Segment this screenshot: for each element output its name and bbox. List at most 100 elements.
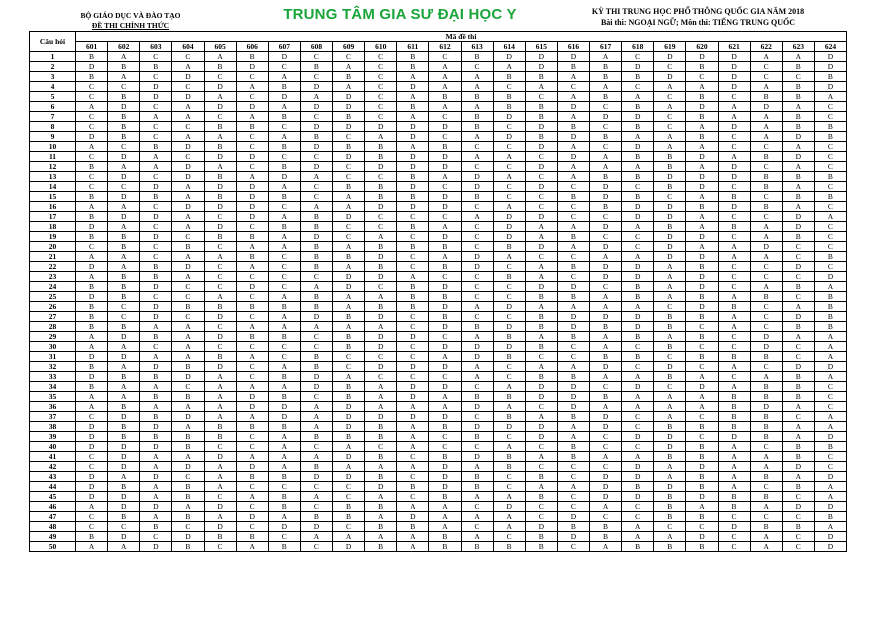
answer-cell: C bbox=[813, 201, 848, 212]
table-row: 45 D D A B C A B A C A C B A A B C D D B D B B C A bbox=[29, 491, 848, 502]
answer-cell: A bbox=[171, 131, 205, 142]
answer-cell: C bbox=[267, 341, 301, 352]
answer-cell: A bbox=[396, 111, 430, 122]
answer-cell: C bbox=[460, 501, 494, 512]
answer-cell: B bbox=[74, 51, 109, 62]
answer-cell: C bbox=[492, 261, 526, 272]
answer-cell: A bbox=[299, 401, 334, 412]
answer-cell: B bbox=[139, 191, 173, 202]
answer-cell: B bbox=[267, 301, 301, 312]
answer-cell: B bbox=[107, 321, 141, 332]
answer-cell: A bbox=[781, 471, 815, 482]
answer-cell: A bbox=[621, 301, 655, 312]
answer-cell: B bbox=[556, 441, 591, 452]
answer-cell: A bbox=[524, 261, 558, 272]
answer-cell: C bbox=[460, 231, 494, 242]
answer-cell: D bbox=[171, 161, 205, 172]
answer-cell: C bbox=[267, 481, 301, 492]
answer-cell: D bbox=[524, 121, 558, 132]
table-row: 36 A B A A A D D A D A A A D A C D A A A A B D A C bbox=[29, 401, 848, 412]
answer-cell: A bbox=[396, 541, 430, 552]
answer-cell: B bbox=[653, 541, 687, 552]
answer-cell: B bbox=[717, 221, 751, 232]
answer-cell: A bbox=[492, 171, 526, 182]
answer-cell: A bbox=[524, 481, 558, 492]
answer-cell: C bbox=[717, 511, 751, 522]
answer-cell: C bbox=[235, 221, 269, 232]
answer-cell: C bbox=[460, 411, 494, 422]
answer-cell: A bbox=[588, 81, 623, 92]
answer-cell: D bbox=[203, 311, 237, 322]
answer-cell: A bbox=[653, 141, 687, 152]
answer-cell: A bbox=[139, 461, 173, 472]
answer-cell: A bbox=[749, 461, 783, 472]
answer-cell: D bbox=[331, 211, 366, 222]
answer-cell: D bbox=[460, 251, 494, 262]
question-number: 37 bbox=[29, 411, 76, 422]
answer-cell: D bbox=[267, 411, 301, 422]
answer-cell: B bbox=[781, 371, 815, 382]
table-row: 18 D A C A D C B B C C B A C D A A D A B A B A D C bbox=[29, 221, 848, 232]
answer-cell: C bbox=[717, 271, 751, 282]
answer-cell: A bbox=[396, 461, 430, 472]
answer-cell: A bbox=[267, 181, 301, 192]
answer-cell: D bbox=[235, 201, 269, 212]
answer-cell: B bbox=[685, 451, 719, 462]
answer-cell: D bbox=[364, 251, 398, 262]
answer-cell: A bbox=[588, 251, 623, 262]
answer-cell: B bbox=[267, 391, 301, 402]
answer-cell: A bbox=[107, 391, 141, 402]
answer-cell: A bbox=[781, 51, 815, 62]
answer-cell: D bbox=[556, 101, 591, 112]
answer-cell: C bbox=[749, 361, 783, 372]
answer-cell: D bbox=[781, 131, 815, 142]
answer-cell: D bbox=[203, 101, 237, 112]
answer-cell: B bbox=[203, 171, 237, 182]
answer-cell: B bbox=[813, 131, 848, 142]
answer-cell: A bbox=[428, 101, 462, 112]
exam-code-header: 607 bbox=[267, 41, 301, 52]
answer-cell: A bbox=[524, 221, 558, 232]
answer-cell: A bbox=[556, 111, 591, 122]
answer-cell: C bbox=[588, 461, 623, 472]
answer-cell: B bbox=[267, 491, 301, 502]
answer-cell: B bbox=[621, 281, 655, 292]
answer-cell: C bbox=[331, 51, 366, 62]
answer-cell: A bbox=[203, 51, 237, 62]
table-row: 4CCDCDABDACDAACACACAADABD bbox=[29, 81, 848, 92]
answer-cell: B bbox=[331, 331, 366, 342]
answer-cell: D bbox=[107, 101, 141, 112]
answer-cell: B bbox=[364, 471, 398, 482]
answer-cell: B bbox=[492, 411, 526, 422]
answer-cell: D bbox=[653, 251, 687, 262]
answer-cell: A bbox=[171, 221, 205, 232]
answer-cell: C bbox=[717, 91, 751, 102]
answer-cell: C bbox=[524, 171, 558, 182]
answer-cell: B bbox=[364, 151, 398, 162]
answer-cell: C bbox=[74, 91, 109, 102]
answer-cell: A bbox=[428, 521, 462, 532]
answer-cell: A bbox=[524, 271, 558, 282]
table-row: 2DBBABDCBACBACADBBDCBDCBD bbox=[29, 61, 848, 72]
answer-cell: C bbox=[556, 251, 591, 262]
answer-cell: A bbox=[492, 251, 526, 262]
answer-cell: D bbox=[685, 181, 719, 192]
answer-cell: D bbox=[621, 261, 655, 272]
answer-cell: B bbox=[299, 431, 334, 442]
answer-cell: C bbox=[749, 61, 783, 72]
answer-cell: A bbox=[331, 371, 366, 382]
table-row: 31 D D A A B A C B C C C A D B C C B B C B B B C A bbox=[29, 351, 848, 362]
answer-cell: C bbox=[139, 121, 173, 132]
answer-cell: C bbox=[74, 411, 109, 422]
answer-cell: B bbox=[813, 311, 848, 322]
answer-cell: C bbox=[428, 441, 462, 452]
answer-cell: D bbox=[331, 541, 366, 552]
answer-cell: A bbox=[781, 301, 815, 312]
answer-cell: A bbox=[717, 101, 751, 112]
answer-cell: C bbox=[813, 401, 848, 412]
answer-cell: D bbox=[749, 331, 783, 342]
answer-cell: A bbox=[717, 461, 751, 472]
answer-cell: A bbox=[813, 491, 848, 502]
answer-cell: D bbox=[781, 501, 815, 512]
answer-cell: B bbox=[235, 301, 269, 312]
